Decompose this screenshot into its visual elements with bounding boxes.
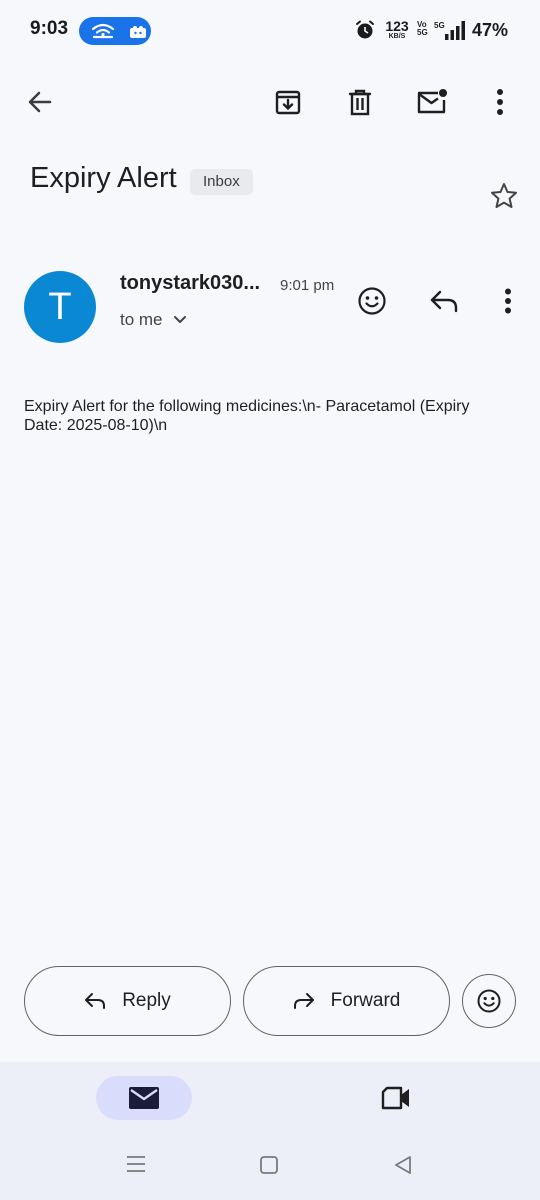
recents-icon bbox=[127, 1156, 145, 1172]
add-reaction-button[interactable] bbox=[354, 283, 390, 319]
sender-avatar[interactable]: T bbox=[24, 271, 96, 343]
react-button[interactable] bbox=[462, 974, 516, 1028]
star-icon bbox=[491, 183, 517, 208]
more-options-button[interactable] bbox=[482, 84, 518, 120]
more-vertical-icon bbox=[497, 89, 503, 115]
network-speed: 123 KB/S bbox=[384, 19, 410, 40]
email-subject: Expiry Alert bbox=[30, 162, 177, 194]
arrow-left-icon bbox=[28, 91, 52, 113]
reply-label: Reply bbox=[122, 990, 171, 1011]
mail-unread-icon bbox=[417, 89, 447, 114]
archive-icon bbox=[275, 90, 301, 115]
hotspot-icon bbox=[91, 22, 115, 45]
smiley-icon bbox=[477, 989, 501, 1013]
net-speed-value: 123 bbox=[385, 18, 409, 34]
back-button[interactable] bbox=[22, 84, 58, 120]
volte-indicator: Vo 5G bbox=[417, 21, 428, 37]
net-speed-unit: KB/S bbox=[388, 33, 406, 40]
hotspot-indicator bbox=[79, 17, 151, 45]
mark-unread-button[interactable] bbox=[414, 84, 450, 120]
forward-icon bbox=[293, 993, 314, 1009]
star-button[interactable] bbox=[486, 178, 522, 214]
mail-icon bbox=[129, 1087, 159, 1109]
quick-reply-button[interactable] bbox=[426, 283, 462, 319]
trash-icon bbox=[348, 89, 372, 116]
forward-label: Forward bbox=[330, 990, 401, 1011]
reply-icon bbox=[85, 993, 106, 1009]
more-vertical-icon bbox=[505, 288, 511, 314]
forward-button[interactable]: Forward bbox=[243, 966, 450, 1036]
archive-button[interactable] bbox=[270, 84, 306, 120]
cloud-icon bbox=[130, 25, 146, 43]
chevron-down-icon bbox=[173, 316, 186, 323]
message-more-button[interactable] bbox=[490, 283, 526, 319]
reply-icon bbox=[430, 290, 458, 313]
inbox-label-chip[interactable]: Inbox bbox=[190, 169, 253, 195]
status-bar: 9:03 123 KB/S Vo 5G 5G 47% bbox=[0, 0, 540, 64]
system-recents-button[interactable] bbox=[125, 1154, 147, 1179]
system-back-button[interactable] bbox=[393, 1155, 413, 1180]
alarm-icon bbox=[355, 20, 375, 45]
back-triangle-icon bbox=[395, 1156, 411, 1174]
recipient-details-toggle[interactable]: to me bbox=[120, 310, 187, 330]
nav-meet-tab[interactable] bbox=[378, 1080, 414, 1116]
nav-mail-tab[interactable] bbox=[96, 1076, 192, 1120]
network-type: 5G bbox=[434, 21, 445, 30]
volte-bottom: 5G bbox=[417, 28, 428, 37]
reply-button[interactable]: Reply bbox=[24, 966, 231, 1036]
recipient-label: to me bbox=[120, 310, 163, 329]
bottom-navigation bbox=[0, 1062, 540, 1200]
system-home-button[interactable] bbox=[259, 1155, 279, 1180]
email-time: 9:01 pm bbox=[280, 277, 335, 294]
smiley-icon bbox=[358, 287, 386, 315]
video-camera-icon bbox=[381, 1086, 409, 1110]
status-time: 9:03 bbox=[30, 18, 69, 39]
email-body-text: Expiry Alert for the following medicines… bbox=[24, 398, 470, 434]
signal-icon: 5G bbox=[434, 20, 468, 47]
home-icon bbox=[260, 1156, 278, 1174]
sender-name[interactable]: tonystark030... bbox=[120, 272, 270, 295]
top-toolbar bbox=[0, 72, 540, 132]
delete-button[interactable] bbox=[342, 84, 378, 120]
battery-level: 47% bbox=[472, 20, 509, 40]
